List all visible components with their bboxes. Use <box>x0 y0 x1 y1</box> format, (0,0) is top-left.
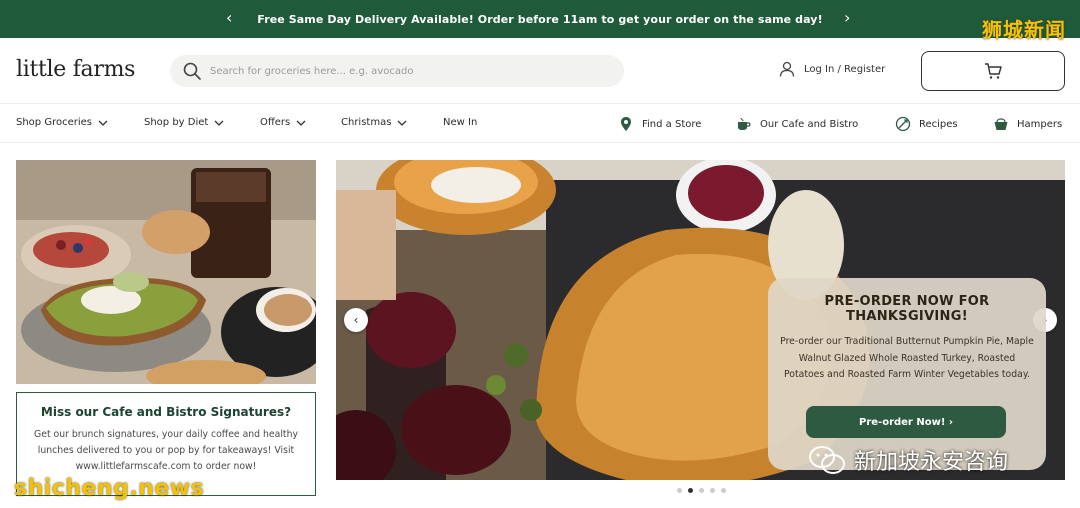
nav-label: Offers <box>260 117 291 128</box>
banner-prev-arrow[interactable]: ‹ <box>226 8 232 28</box>
cart-button[interactable] <box>921 51 1065 91</box>
carousel-dot[interactable] <box>721 488 726 493</box>
location-pin-icon <box>621 117 631 131</box>
nav-label: Our Cafe and Bistro <box>760 118 859 130</box>
nav-shop-groceries[interactable]: Shop Groceries <box>16 117 108 128</box>
carousel-dot[interactable] <box>710 488 715 493</box>
chevron-left-icon: ‹ <box>353 313 359 327</box>
pre-order-button[interactable]: Pre-order Now! › <box>806 406 1006 438</box>
recipe-icon <box>895 116 911 132</box>
carousel-dots <box>674 488 729 493</box>
nav-label: New In <box>443 117 478 128</box>
cart-icon <box>985 63 1002 79</box>
nav-label: Find a Store <box>642 118 702 130</box>
main-nav: Shop Groceries Shop by Diet Offers Chris… <box>0 103 1080 143</box>
carousel-dot[interactable] <box>677 488 682 493</box>
login-register-label: Log In / Register <box>804 63 886 75</box>
promo-title: PRE-ORDER NOW FOR THANKSGIVING! <box>824 294 990 324</box>
search-input[interactable] <box>210 65 590 77</box>
nav-new-in[interactable]: New In <box>443 117 477 128</box>
banner-next-arrow[interactable]: › <box>844 8 850 28</box>
nav-label: Shop Groceries <box>16 117 92 128</box>
coffee-cup-icon <box>738 117 751 130</box>
chevron-down-icon <box>98 120 108 126</box>
promo-body: Pre-order our Traditional Butternut Pump… <box>780 336 1034 380</box>
nav-cafe-bistro[interactable]: Our Cafe and Bistro <box>736 116 858 132</box>
nav-find-a-store[interactable]: Find a Store <box>618 116 701 132</box>
wechat-icon <box>809 446 845 474</box>
nav-label: Recipes <box>919 118 958 130</box>
nav-hampers[interactable]: Hampers <box>993 116 1062 132</box>
nav-shop-by-diet[interactable]: Shop by Diet <box>144 117 224 128</box>
banner-message: Free Same Day Delivery Available! Order … <box>257 12 823 26</box>
cafe-card-title: Miss our Cafe and Bistro Signatures? <box>40 405 292 419</box>
nav-label: Christmas <box>341 117 392 128</box>
chevron-down-icon <box>296 120 306 126</box>
nav-christmas[interactable]: Christmas <box>341 117 407 128</box>
nav-offers[interactable]: Offers <box>260 117 306 128</box>
login-register-link[interactable]: Log In / Register <box>778 60 885 78</box>
hamper-icon <box>994 118 1008 130</box>
site-header: little farms Log In / Register <box>0 38 1080 102</box>
watermark-bottom-left: shicheng.news <box>14 476 205 501</box>
hero-prev-button[interactable]: ‹ <box>344 308 368 332</box>
search-bar[interactable] <box>170 55 624 87</box>
nav-label: Hampers <box>1017 118 1063 130</box>
search-icon[interactable] <box>182 61 202 81</box>
chevron-down-icon <box>214 120 224 126</box>
brunch-illustration <box>16 160 316 384</box>
carousel-dot-active[interactable] <box>688 488 693 493</box>
nav-label: Shop by Diet <box>144 117 209 128</box>
nav-recipes[interactable]: Recipes <box>895 116 958 132</box>
watermark-bottom-right: 新加坡永安咨询 <box>808 444 1008 476</box>
promo-banner: ‹ Free Same Day Delivery Available! Orde… <box>0 0 1080 42</box>
user-icon <box>779 61 795 77</box>
cafe-card-body: Get our brunch signatures, your daily co… <box>34 429 298 472</box>
hero-carousel[interactable]: ‹ › PRE-ORDER NOW FOR THANKSGIVING! Pre-… <box>336 160 1065 480</box>
chevron-down-icon <box>397 120 407 126</box>
watermark-text: 新加坡永安咨询 <box>854 450 1009 475</box>
cafe-brunch-photo[interactable] <box>16 160 316 384</box>
carousel-dot[interactable] <box>699 488 704 493</box>
thanksgiving-promo-box: PRE-ORDER NOW FOR THANKSGIVING! Pre-orde… <box>768 278 1046 470</box>
site-logo[interactable]: little farms <box>16 57 135 82</box>
